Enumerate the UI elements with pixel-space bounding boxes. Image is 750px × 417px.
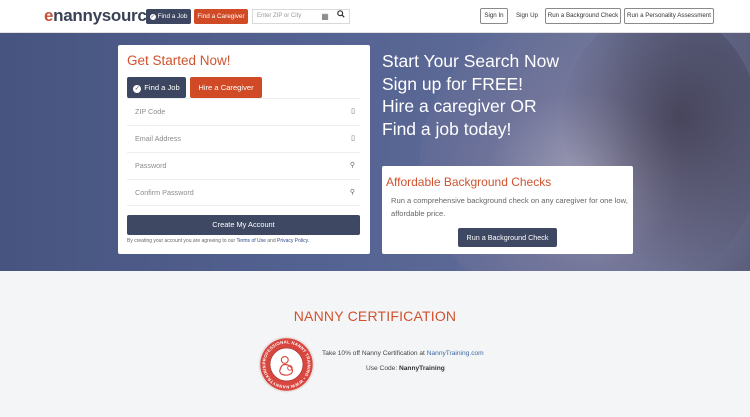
search-icon-glyph (336, 10, 345, 18)
offer-text: Take 10% off Nanny Certification at (322, 350, 425, 357)
run-background-check-button[interactable]: Run a Background Check (458, 228, 557, 247)
zip-field[interactable]: ZIP Code ▯ (127, 98, 360, 125)
site-logo[interactable]: enannysource (44, 6, 156, 26)
hero-section (0, 33, 750, 271)
password-placeholder: Password (135, 161, 167, 170)
hero-headline: Start Your Search Now Sign up for FREE! … (382, 50, 559, 140)
confirm-placeholder: Confirm Password (135, 188, 194, 197)
nannytraining-link[interactable]: NannyTraining.com (427, 350, 484, 357)
terms-prefix: By creating your account you are agreein… (127, 238, 236, 244)
create-account-button[interactable]: Create My Account (127, 215, 360, 235)
tab-find-job[interactable]: ✓ Find a Job (127, 77, 186, 98)
personality-assessment-button[interactable]: Run a Personality Assessment (624, 8, 714, 24)
promo-prefix: Use Code: (366, 365, 398, 372)
find-caregiver-button[interactable]: Find a Caregiver (194, 9, 248, 24)
privacy-link[interactable]: Privacy Policy. (277, 238, 309, 244)
hero-line: Find a job today! (382, 118, 512, 139)
hero-line: Start Your Search Now (382, 51, 560, 71)
check-icon: ✓ (149, 14, 156, 20)
email-placeholder: Email Address (135, 134, 181, 143)
check-icon: ✓ (133, 85, 142, 93)
email-field[interactable]: Email Address ▯ (127, 125, 360, 152)
terms-notice: By creating your account you are agreein… (127, 238, 367, 244)
promo-code-value: NannyTraining (399, 365, 445, 372)
clipboard-icon: ▯ (351, 108, 355, 115)
certification-title: NANNY CERTIFICATION (293, 308, 457, 324)
certification-offer: Take 10% off Nanny Certification at Nann… (322, 350, 484, 357)
sign-in-button[interactable]: Sign In (480, 8, 508, 24)
key-icon: ⚲ (349, 162, 355, 169)
background-check-header-button[interactable]: Run a Background Check (545, 8, 621, 24)
grid-icon[interactable]: ▦ (319, 10, 331, 23)
terms-and: and (267, 238, 276, 244)
search-icon[interactable] (332, 9, 349, 24)
password-field[interactable]: Password ⚲ (127, 152, 360, 179)
tab-find-job-label: Find a Job (144, 83, 180, 92)
site-header: enannysource ✓ Find a Job Find a Caregive… (0, 0, 750, 33)
sign-up-link[interactable]: Sign Up (514, 9, 540, 23)
terms-link[interactable]: Terms of Use (236, 238, 265, 244)
clipboard-icon: ▯ (351, 135, 355, 142)
tab-hire-caregiver[interactable]: Hire a Caregiver (190, 77, 262, 98)
zip-placeholder: ZIP Code (135, 107, 166, 116)
logo-text: nannysource (53, 6, 156, 25)
find-job-label: Find a Job (157, 13, 188, 20)
confirm-password-field[interactable]: Confirm Password ⚲ (127, 179, 360, 206)
find-job-button[interactable]: ✓ Find a Job (146, 9, 191, 24)
promo-code: Use Code: NannyTraining (366, 365, 445, 372)
page: enannysource ✓ Find a Job Find a Caregive… (0, 0, 750, 417)
key-icon: ⚲ (349, 189, 355, 196)
hero-line: Hire a caregiver OR (382, 96, 537, 116)
nanny-training-seal[interactable]: PROFESSIONAL NANNY TRAINING • WWW.NANNYT… (256, 332, 315, 393)
signup-title: Get Started Now! (127, 53, 231, 68)
background-check-title: Affordable Background Checks (386, 175, 552, 189)
seal-icon: PROFESSIONAL NANNY TRAINING • WWW.NANNYT… (256, 332, 315, 393)
hero-line: Sign up for FREE! (382, 73, 524, 94)
background-check-description: Run a comprehensive background check on … (391, 196, 628, 218)
logo-e: e (44, 6, 54, 25)
